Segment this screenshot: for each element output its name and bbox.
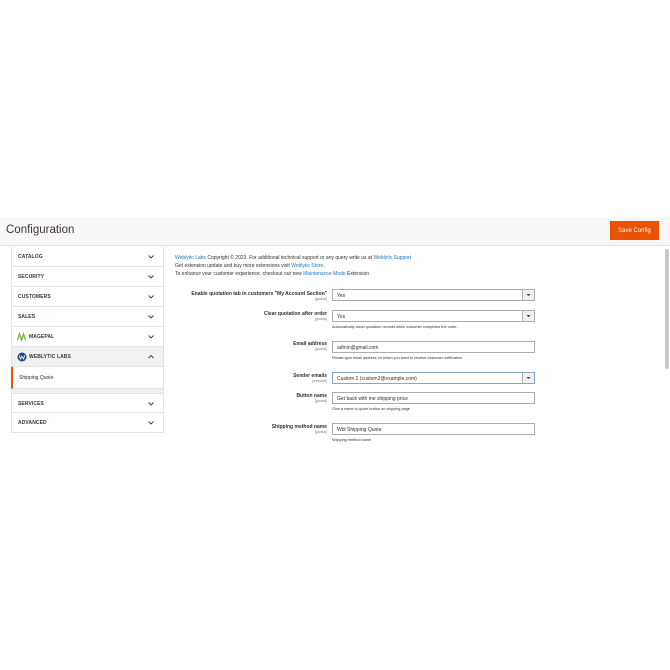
select-value: Custom 2 (custom2@example.com) xyxy=(337,376,417,382)
caret-down-icon xyxy=(526,315,531,317)
magepal-logo-icon xyxy=(17,332,27,342)
field-note: Give a name to quote button on shipping … xyxy=(332,407,410,411)
vertical-scrollbar[interactable] xyxy=(665,249,669,369)
field-note: Shipping method name xyxy=(332,438,372,442)
intro-text: Get extension update and buy more extens… xyxy=(175,263,292,269)
sender-emails-select[interactable]: Custom 2 (custom2@example.com) xyxy=(332,372,535,384)
weblytic-labs-link[interactable]: Weblytic Labs xyxy=(175,255,206,261)
weblytic-support-link[interactable]: Weblytic Support xyxy=(373,255,411,261)
select-value: Yes xyxy=(337,314,346,320)
sidebar-subitem-label: Shipping Quote xyxy=(19,375,54,381)
sidebar-item-label: SALES xyxy=(18,314,36,320)
chevron-down-icon xyxy=(148,335,154,339)
select-value: Yes xyxy=(337,293,346,299)
weblytic-store-link[interactable]: Weblytic Store xyxy=(291,263,323,269)
enable-quotation-tab-select[interactable]: Yes xyxy=(332,289,535,301)
clear-quotation-select[interactable]: Yes xyxy=(332,310,535,322)
save-config-button[interactable]: Save Config xyxy=(610,221,659,240)
intro-text: . xyxy=(323,263,325,269)
button-name-input[interactable]: Get back with me shipping price xyxy=(332,392,535,404)
page-header: Configuration Save Config xyxy=(0,217,670,246)
sidebar-item-customers[interactable]: CUSTOMERS xyxy=(11,287,164,307)
chevron-down-icon xyxy=(148,421,154,425)
field-note: Automatically clean quotation records wh… xyxy=(332,325,458,329)
select-arrow xyxy=(522,290,534,300)
sidebar-item-label: CATALOG xyxy=(18,254,43,260)
config-sidebar: CATALOG SECURITY CUSTOMERS SALES MAGEPAL xyxy=(11,247,164,433)
maintenance-mode-link[interactable]: Maintenance Mode xyxy=(303,271,346,277)
chevron-down-icon xyxy=(148,295,154,299)
sidebar-item-services[interactable]: SERVICES xyxy=(11,393,164,413)
shipping-method-name-input[interactable]: Wbl Shipping Quote xyxy=(332,423,535,435)
intro-line-3: To enhance your customer experience, che… xyxy=(175,270,411,278)
sidebar-item-weblytic-labs[interactable]: WEBLYTIC LABS xyxy=(11,347,164,367)
extension-intro: Weblytic Labs Copyright © 2023. For addi… xyxy=(175,254,411,278)
email-address-input[interactable]: admin@gmail.com xyxy=(332,341,535,353)
sidebar-item-label: SECURITY xyxy=(18,274,45,280)
intro-text: Copyright © 2023. For additional technic… xyxy=(206,255,374,261)
chevron-up-icon xyxy=(148,354,154,359)
sidebar-item-label: MAGEPAL xyxy=(29,334,55,340)
field-scope: [website] xyxy=(312,379,327,383)
chevron-down-icon xyxy=(148,255,154,259)
sidebar-item-label: WEBLYTIC LABS xyxy=(29,354,71,360)
field-scope: [global] xyxy=(314,317,327,321)
field-scope: [global] xyxy=(314,399,327,403)
field-scope: [global] xyxy=(314,347,327,351)
caret-down-icon xyxy=(526,377,531,379)
sidebar-subitem-shipping-quote[interactable]: Shipping Quote xyxy=(11,367,164,389)
configuration-page: Configuration Save Config CATALOG SECURI… xyxy=(0,217,670,455)
chevron-down-icon xyxy=(148,315,154,319)
sidebar-item-label: SERVICES xyxy=(18,401,44,407)
select-arrow xyxy=(522,311,534,321)
intro-line-1: Weblytic Labs Copyright © 2023. For addi… xyxy=(175,254,411,262)
chevron-down-icon xyxy=(148,275,154,279)
caret-down-icon xyxy=(526,294,531,296)
sidebar-item-label: ADVANCED xyxy=(18,420,47,426)
chevron-down-icon xyxy=(148,402,154,406)
field-scope: [global] xyxy=(314,430,327,434)
field-scope: [global] xyxy=(314,297,327,301)
field-note: Please type email address on which you w… xyxy=(332,356,463,360)
sidebar-item-security[interactable]: SECURITY xyxy=(11,267,164,287)
sidebar-item-catalog[interactable]: CATALOG xyxy=(11,247,164,267)
intro-text: Extension xyxy=(345,271,370,277)
sidebar-item-label: CUSTOMERS xyxy=(18,294,51,300)
select-arrow xyxy=(522,373,534,383)
intro-text: To enhance your customer experience, che… xyxy=(175,271,304,277)
intro-line-2: Get extension update and buy more extens… xyxy=(175,262,411,270)
sidebar-item-sales[interactable]: SALES xyxy=(11,307,164,327)
weblytic-logo-icon xyxy=(17,352,27,362)
sidebar-item-magepal[interactable]: MAGEPAL xyxy=(11,327,164,347)
sidebar-item-advanced[interactable]: ADVANCED xyxy=(11,413,164,433)
page-title: Configuration xyxy=(6,224,75,236)
